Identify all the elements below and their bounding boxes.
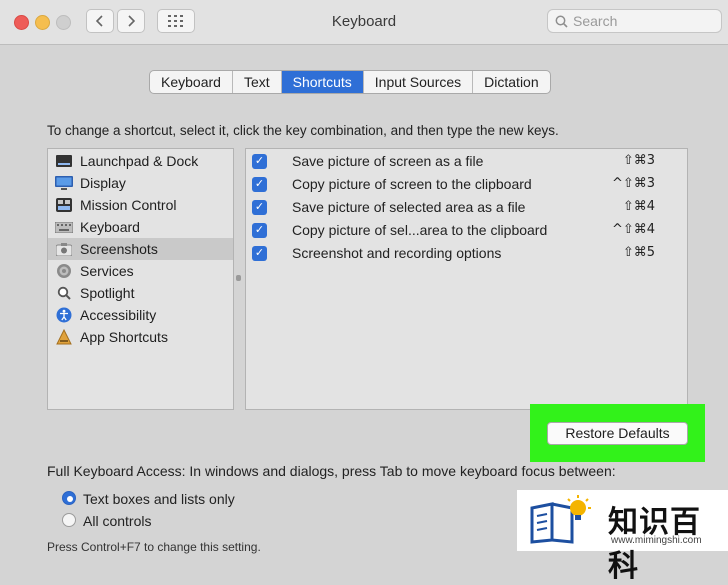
search-icon bbox=[555, 15, 568, 28]
shortcut-label: Save picture of selected area as a file bbox=[292, 199, 526, 215]
shortcut-label: Copy picture of sel...area to the clipbo… bbox=[292, 222, 548, 238]
tab-bar: Keyboard Text Shortcuts Input Sources Di… bbox=[149, 70, 551, 94]
category-screenshots[interactable]: Screenshots bbox=[48, 238, 233, 260]
category-label: Accessibility bbox=[80, 307, 157, 323]
shortcut-row[interactable]: ✓ Save picture of screen as a file ⇧⌘3 bbox=[246, 150, 687, 173]
tab-text[interactable]: Text bbox=[233, 71, 282, 93]
shortcut-keys[interactable]: ⇧⌘3 bbox=[623, 153, 655, 168]
shortcut-checkbox[interactable]: ✓ bbox=[252, 223, 267, 238]
shortcut-row[interactable]: ✓ Save picture of selected area as a fil… bbox=[246, 196, 687, 219]
radio-label-text-boxes: Text boxes and lists only bbox=[83, 491, 235, 507]
category-keyboard[interactable]: Keyboard bbox=[48, 216, 233, 238]
mission-control-icon bbox=[55, 197, 73, 213]
category-launchpad-dock[interactable]: Launchpad & Dock bbox=[48, 150, 233, 172]
shortcut-checkbox[interactable]: ✓ bbox=[252, 177, 267, 192]
category-label: Spotlight bbox=[80, 285, 135, 301]
app-shortcuts-icon bbox=[55, 329, 73, 345]
category-label: Services bbox=[80, 263, 134, 279]
book-lightbulb-icon bbox=[530, 495, 591, 544]
restore-defaults-button[interactable]: Restore Defaults bbox=[547, 422, 688, 445]
search-placeholder: Search bbox=[573, 13, 618, 29]
launchpad-icon bbox=[55, 153, 73, 169]
shortcut-row[interactable]: ✓ Copy picture of screen to the clipboar… bbox=[246, 173, 687, 196]
radio-all-controls[interactable] bbox=[62, 513, 76, 527]
category-label: Keyboard bbox=[80, 219, 140, 235]
shortcut-checkbox[interactable]: ✓ bbox=[252, 154, 267, 169]
shortcut-keys[interactable]: ⇧⌘4 bbox=[623, 199, 655, 214]
category-services[interactable]: Services bbox=[48, 260, 233, 282]
keyboard-access-note: Press Control+F7 to change this setting. bbox=[47, 540, 261, 554]
category-spotlight[interactable]: Spotlight bbox=[48, 282, 233, 304]
category-label: Screenshots bbox=[80, 241, 158, 257]
category-display[interactable]: Display bbox=[48, 172, 233, 194]
shortcut-checkbox[interactable]: ✓ bbox=[252, 246, 267, 261]
spotlight-icon bbox=[55, 285, 73, 301]
shortcut-checkbox[interactable]: ✓ bbox=[252, 200, 267, 215]
shortcut-label: Copy picture of screen to the clipboard bbox=[292, 176, 532, 192]
accessibility-icon bbox=[55, 307, 73, 323]
keyboard-icon bbox=[55, 219, 73, 235]
shortcut-list: ✓ Save picture of screen as a file ⇧⌘3 ✓… bbox=[245, 148, 688, 410]
category-mission-control[interactable]: Mission Control bbox=[48, 194, 233, 216]
category-accessibility[interactable]: Accessibility bbox=[48, 304, 233, 326]
instructions-text: To change a shortcut, select it, click t… bbox=[47, 123, 559, 138]
category-label: Display bbox=[80, 175, 126, 191]
shortcut-row[interactable]: ✓ Copy picture of sel...area to the clip… bbox=[246, 219, 687, 242]
split-divider-handle[interactable] bbox=[236, 275, 241, 281]
tab-shortcuts[interactable]: Shortcuts bbox=[281, 71, 364, 93]
category-list: Launchpad & Dock Display Mission Control… bbox=[47, 148, 234, 410]
watermark-url: www.mimingshi.com bbox=[611, 535, 702, 546]
tab-keyboard[interactable]: Keyboard bbox=[150, 71, 233, 93]
full-keyboard-access-text: Full Keyboard Access: In windows and dia… bbox=[47, 463, 616, 479]
category-app-shortcuts[interactable]: App Shortcuts bbox=[48, 326, 233, 348]
radio-text-boxes[interactable] bbox=[62, 491, 76, 505]
shortcut-row[interactable]: ✓ Screenshot and recording options ⇧⌘5 bbox=[246, 242, 687, 265]
shortcut-label: Save picture of screen as a file bbox=[292, 153, 484, 169]
search-field[interactable]: Search bbox=[547, 9, 722, 33]
category-label: Launchpad & Dock bbox=[80, 153, 199, 169]
shortcut-keys[interactable]: ⇧⌘5 bbox=[623, 245, 655, 260]
tab-dictation[interactable]: Dictation bbox=[473, 71, 549, 93]
display-icon bbox=[55, 175, 73, 191]
shortcut-label: Screenshot and recording options bbox=[292, 245, 502, 261]
screenshot-icon bbox=[55, 241, 73, 257]
shortcut-keys[interactable]: ^⇧⌘4 bbox=[612, 222, 655, 237]
tab-input-sources[interactable]: Input Sources bbox=[364, 71, 474, 93]
radio-label-all-controls: All controls bbox=[83, 513, 152, 529]
category-label: Mission Control bbox=[80, 197, 177, 213]
category-label: App Shortcuts bbox=[80, 329, 168, 345]
gear-icon bbox=[55, 263, 73, 279]
shortcut-keys[interactable]: ^⇧⌘3 bbox=[612, 176, 655, 191]
